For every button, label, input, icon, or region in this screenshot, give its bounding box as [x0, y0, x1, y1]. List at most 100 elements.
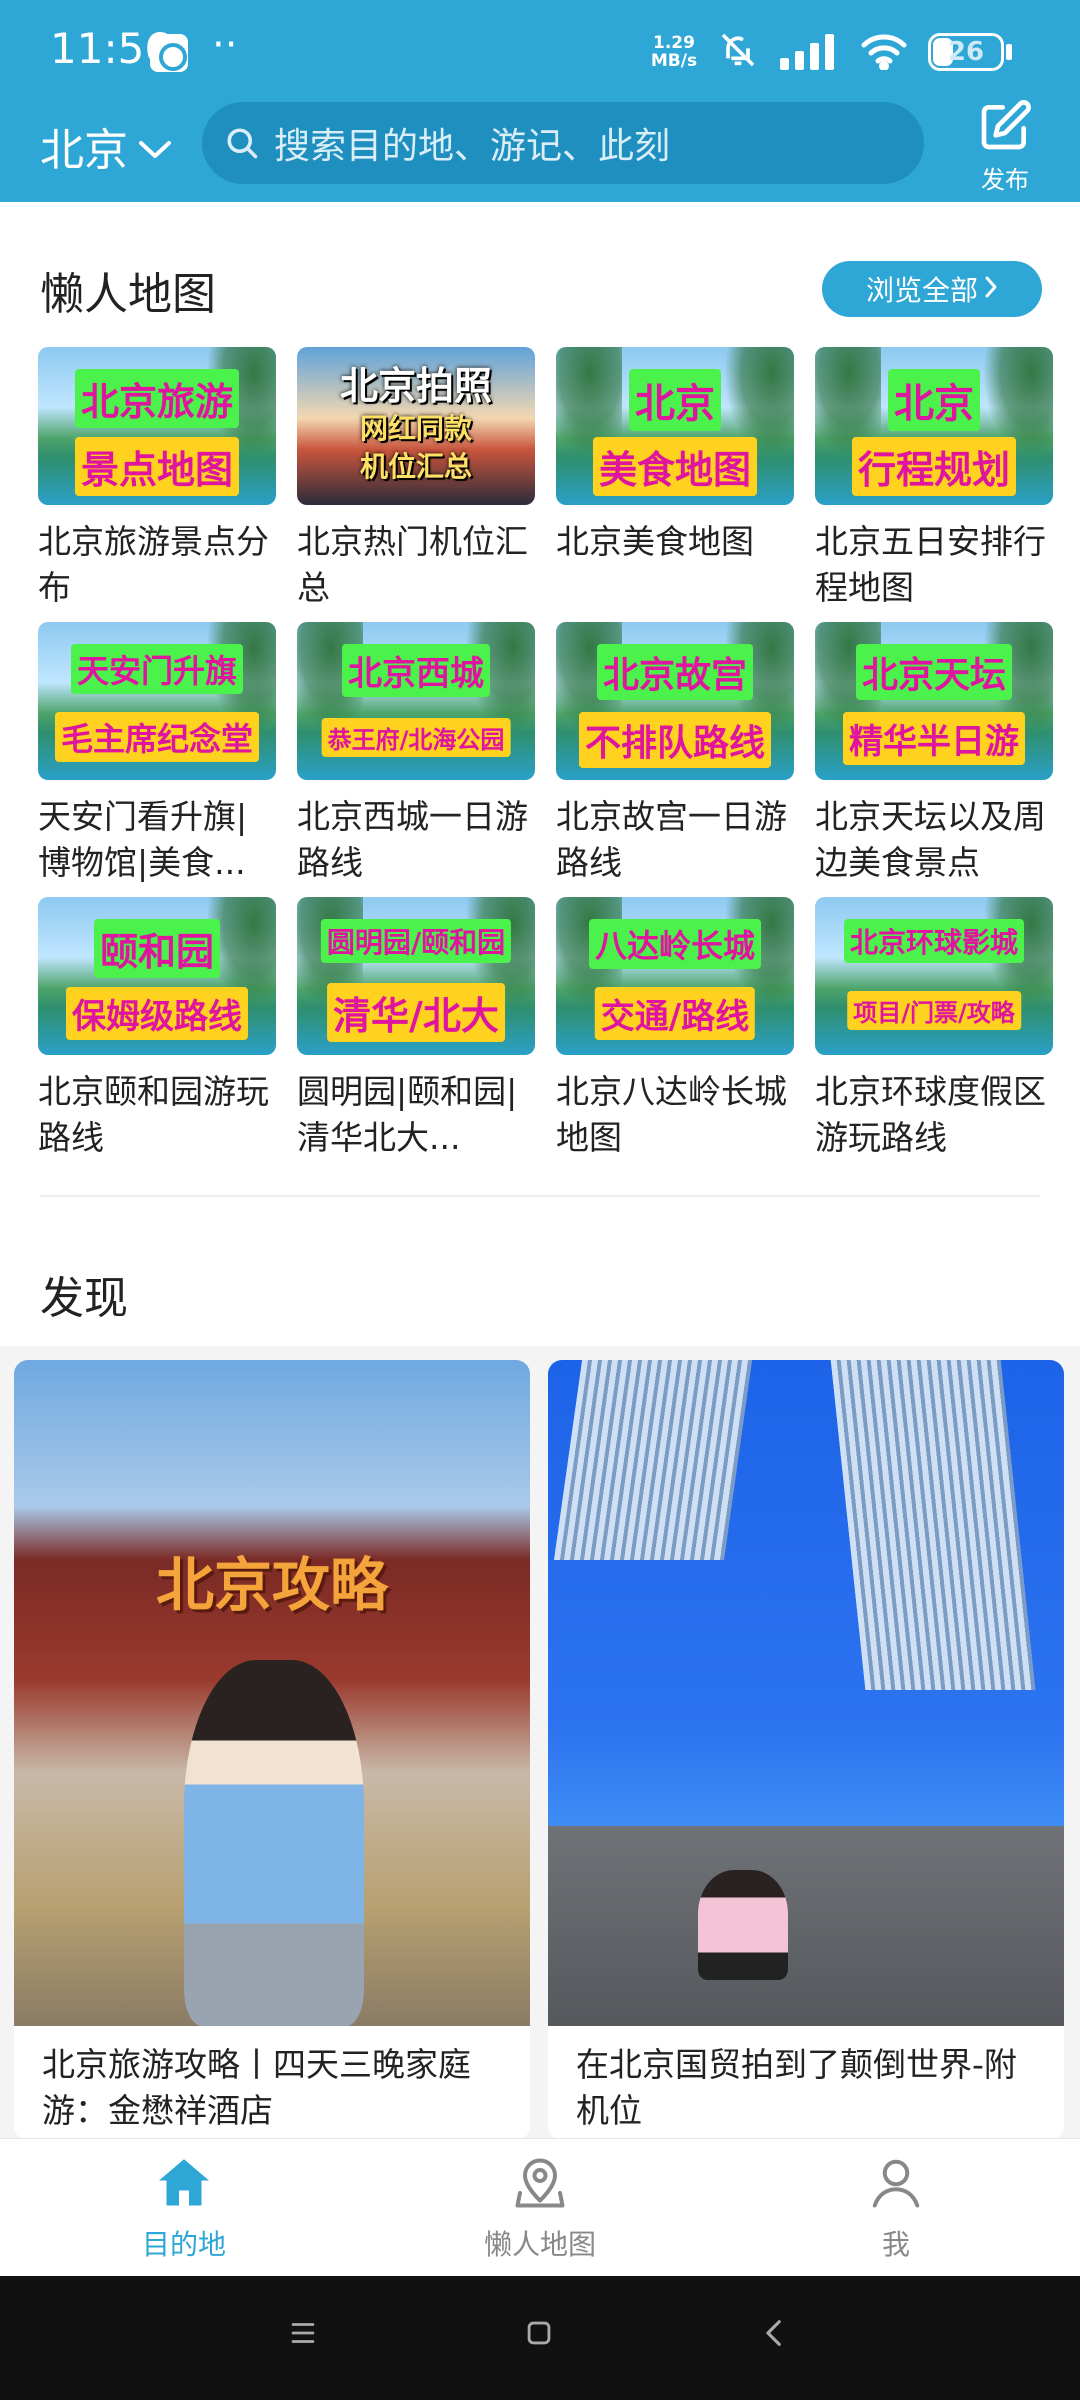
map-thumbnail: 北京 美食地图: [556, 347, 794, 505]
chevron-down-icon: [138, 121, 172, 172]
map-card-title: 北京天坛以及周边美食景点: [815, 797, 1046, 882]
map-card-title: 北京颐和园游玩路线: [38, 1072, 269, 1157]
wifi-icon: [860, 32, 908, 74]
tab-me-label: 我: [881, 2228, 910, 2261]
feed-card-title: 北京旅游攻略丨四天三晚家庭游：金懋祥酒店: [42, 2045, 471, 2130]
lazy-map-grid: 北京旅游 景点地图 北京旅游景点分布 北京拍照 网红同款 机位汇总 北京热门机位…: [38, 347, 1054, 1172]
map-thumbnail: 颐和园 保姆级路线: [38, 897, 276, 1055]
map-card[interactable]: 北京 行程规划 北京五日安排行程地图: [815, 347, 1053, 622]
thumb-line-1: 八达岭长城: [588, 919, 762, 969]
thumb-line-2: 保姆级路线: [66, 987, 248, 1040]
publish-label: 发布: [981, 166, 1029, 194]
map-card[interactable]: 北京 美食地图 北京美食地图: [556, 347, 794, 622]
header: 11:56 ·· 1.29 MB/s 26 北京 搜索目的地、游记、此刻 发布: [0, 0, 1080, 202]
map-card-title: 北京五日安排行程地图: [815, 522, 1046, 607]
map-card[interactable]: 天安门升旗 毛主席纪念堂 天安门看升旗|博物馆|美食...: [38, 622, 276, 897]
map-card-title: 北京旅游景点分布: [38, 522, 269, 607]
discover-title: 发现: [40, 1273, 128, 1324]
thumb-line-1: 颐和园: [93, 919, 221, 978]
map-thumbnail: 北京环球影城 项目/门票/攻略: [815, 897, 1053, 1055]
search-icon: [224, 125, 260, 161]
map-thumbnail: 圆明园/颐和园 清华/北大: [297, 897, 535, 1055]
city-name: 北京: [40, 125, 128, 176]
thumb-line-2: 景点地图: [74, 437, 240, 496]
map-card[interactable]: 颐和园 保姆级路线 北京颐和园游玩路线: [38, 897, 276, 1172]
tab-destination-label: 目的地: [141, 2228, 226, 2261]
feed-image: [548, 1360, 1064, 2026]
app-notification-icon: [150, 34, 188, 72]
feed-card-title: 在北京国贸拍到了颠倒世界-附机位: [576, 2045, 1017, 2130]
browse-all-button[interactable]: 浏览全部: [822, 261, 1042, 317]
thumb-line-2: 项目/门票/攻略: [847, 991, 1021, 1030]
thumb-line-3: 机位汇总: [359, 450, 473, 483]
map-thumbnail: 北京故宫 不排队路线: [556, 622, 794, 780]
feed-card[interactable]: 在北京国贸拍到了颠倒世界-附机位: [548, 1360, 1064, 2140]
thumb-line-2: 行程规划: [851, 437, 1017, 496]
map-card[interactable]: 北京拍照 网红同款 机位汇总 北京热门机位汇总: [297, 347, 535, 622]
user-icon: [866, 2159, 926, 2217]
edit-icon: [977, 100, 1033, 158]
back-icon[interactable]: [758, 2316, 792, 2354]
map-thumbnail: 北京西城 恭王府/北海公园: [297, 622, 535, 780]
map-card[interactable]: 北京环球影城 项目/门票/攻略 北京环球度假区游玩路线: [815, 897, 1053, 1172]
network-speed: 1.29 MB/s: [644, 34, 704, 70]
thumb-line-2: 不排队路线: [578, 712, 772, 768]
thumb-line-1: 天安门升旗: [70, 644, 244, 694]
battery-level: 26: [947, 37, 985, 67]
map-thumbnail: 八达岭长城 交通/路线: [556, 897, 794, 1055]
search-input[interactable]: 搜索目的地、游记、此刻: [202, 102, 924, 184]
feed-image-overlay-text: 北京攻略: [155, 1551, 388, 1619]
home-button-icon[interactable]: [522, 2316, 556, 2354]
map-card[interactable]: 八达岭长城 交通/路线 北京八达岭长城地图: [556, 897, 794, 1172]
recent-apps-icon[interactable]: [286, 2316, 320, 2354]
city-selector[interactable]: 北京: [40, 114, 172, 178]
tab-me[interactable]: 我: [796, 2153, 996, 2263]
chevron-right-icon: [984, 273, 998, 306]
thumb-line-2: 恭王府/北海公园: [321, 718, 511, 757]
thumb-line-2: 交通/路线: [594, 987, 756, 1040]
thumb-line-1: 北京天坛: [855, 644, 1013, 700]
map-card[interactable]: 北京故宫 不排队路线 北京故宫一日游路线: [556, 622, 794, 897]
thumb-line-1: 北京环球影城: [843, 919, 1025, 963]
thumb-line-1: 北京西城: [342, 644, 490, 697]
home-icon: [154, 2159, 214, 2217]
map-card-title: 北京环球度假区游玩路线: [815, 1072, 1046, 1157]
map-card-title: 北京八达岭长城地图: [556, 1072, 787, 1157]
feed-card[interactable]: 北京攻略 北京旅游攻略丨四天三晚家庭游：金懋祥酒店: [14, 1360, 530, 2140]
map-card-title: 圆明园|颐和园|清华北大...: [297, 1072, 518, 1157]
map-thumbnail: 北京天坛 精华半日游: [815, 622, 1053, 780]
tab-destination[interactable]: 目的地: [84, 2153, 284, 2263]
publish-button[interactable]: 发布: [968, 98, 1042, 195]
bottom-nav: 目的地 懒人地图 我: [0, 2138, 1080, 2276]
map-thumbnail: 天安门升旗 毛主席纪念堂: [38, 622, 276, 780]
thumb-line-2: 清华/北大: [327, 983, 505, 1042]
map-pin-icon: [510, 2158, 570, 2217]
feed-image: 北京攻略: [14, 1360, 530, 2026]
map-card[interactable]: 北京旅游 景点地图 北京旅游景点分布: [38, 347, 276, 622]
system-navigation-bar: [0, 2276, 1080, 2400]
browse-all-label: 浏览全部: [865, 274, 978, 307]
thumb-line-1: 北京故宫: [596, 644, 754, 700]
thumb-line-2: 毛主席纪念堂: [54, 712, 260, 762]
map-card[interactable]: 北京天坛 精华半日游 北京天坛以及周边美食景点: [815, 622, 1053, 897]
signal-icon: [780, 34, 838, 74]
battery-icon: 26: [928, 33, 1004, 71]
section-divider: [40, 1195, 1040, 1197]
map-card-title: 北京故宫一日游路线: [556, 797, 787, 882]
map-card[interactable]: 北京西城 恭王府/北海公园 北京西城一日游路线: [297, 622, 535, 897]
mute-bell-icon: [718, 30, 758, 74]
network-speed-unit: MB/s: [650, 51, 698, 71]
thumb-line-2: 美食地图: [592, 437, 758, 496]
thumb-line-1: 北京拍照: [339, 364, 493, 408]
map-thumbnail: 北京旅游 景点地图: [38, 347, 276, 505]
network-speed-value: 1.29: [653, 33, 695, 53]
map-card-title: 北京美食地图: [556, 522, 754, 561]
map-card[interactable]: 圆明园/颐和园 清华/北大 圆明园|颐和园|清华北大...: [297, 897, 535, 1172]
map-card-title: 北京西城一日游路线: [297, 797, 528, 882]
map-thumbnail: 北京 行程规划: [815, 347, 1053, 505]
tab-lazy-map[interactable]: 懒人地图: [440, 2153, 640, 2263]
thumb-line-1: 圆明园/颐和园: [320, 919, 512, 963]
thumb-line-1: 北京: [629, 369, 721, 431]
status-more-dots: ··: [212, 22, 238, 68]
map-thumbnail: 北京拍照 网红同款 机位汇总: [297, 347, 535, 505]
